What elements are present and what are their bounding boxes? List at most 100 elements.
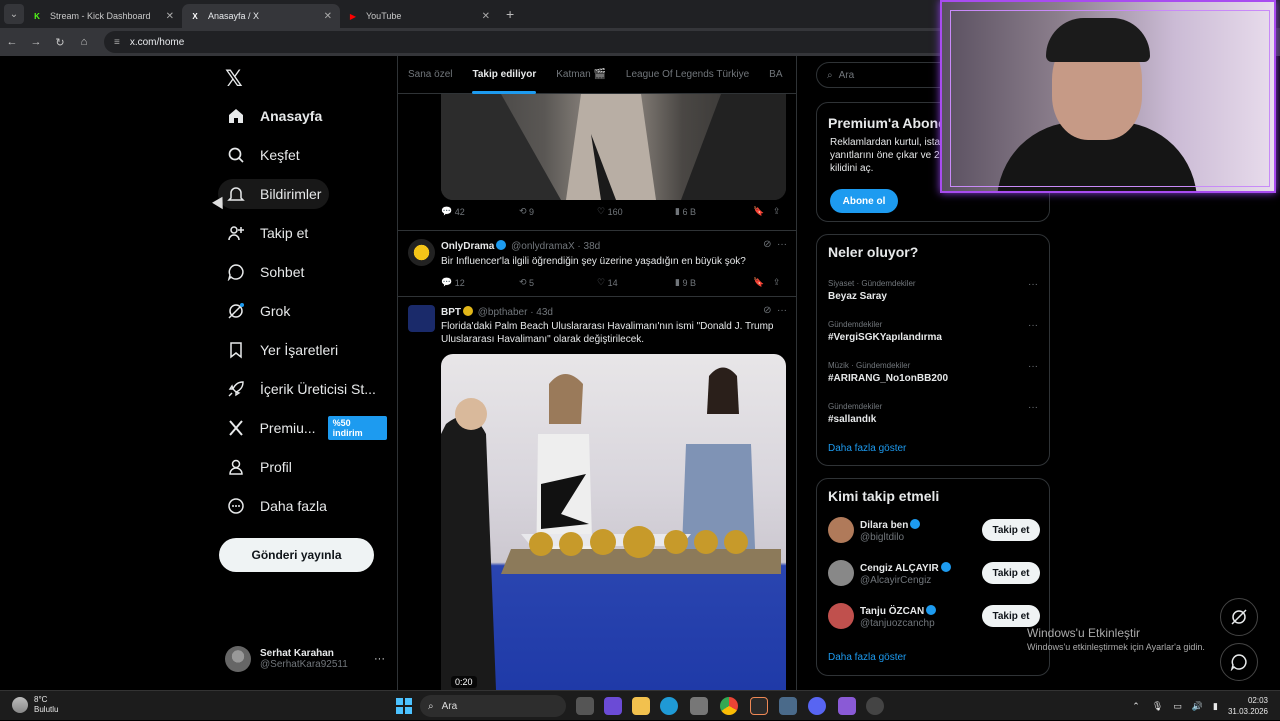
like-button[interactable]: ♡ 14 (597, 277, 675, 288)
nav-item-rocket[interactable]: İçerik Üreticisi St... (218, 374, 384, 404)
app-icon[interactable] (604, 697, 622, 715)
nav-item-home[interactable]: Anasayfa (218, 101, 330, 131)
post-button[interactable]: Gönderi yayınla (219, 538, 374, 572)
taskbar-search[interactable]: ⌕ Ara (420, 695, 566, 717)
more-icon[interactable]: ··· (1028, 402, 1038, 413)
timeline-tab[interactable]: Katman 🎬 (546, 56, 616, 94)
subscribe-button[interactable]: Abone ol (830, 189, 898, 213)
home-browser-icon[interactable]: ⌂ (72, 36, 96, 48)
task-view-icon[interactable] (576, 697, 594, 715)
more-icon[interactable]: ··· (1028, 279, 1038, 290)
account-switcher[interactable]: Serhat Karahan @SerhatKara92511 ··· (225, 643, 385, 675)
close-icon[interactable]: ✕ (166, 11, 174, 22)
tweet-video[interactable]: 0:20 (441, 354, 786, 690)
share-icon[interactable]: ⇪ (773, 277, 781, 288)
forward-icon[interactable]: → (24, 36, 48, 48)
video-thumbnail-top[interactable] (441, 94, 786, 200)
close-icon[interactable]: ✕ (324, 11, 332, 22)
chrome-icon[interactable] (720, 697, 738, 715)
tweet-more-icon[interactable]: ⊘ ··· (763, 305, 787, 316)
like-button[interactable]: ♡ 160 (597, 206, 675, 217)
avatar[interactable] (408, 239, 435, 266)
nav-item-bookmark[interactable]: Yer İşaretleri (218, 335, 346, 365)
tweet-text: Bir Influencer'la ilgili öğrendiğin şey … (441, 256, 746, 267)
obs-icon[interactable] (750, 697, 768, 715)
app-icon[interactable] (779, 697, 797, 715)
clock[interactable]: 02:03 31.03.2026 (1228, 695, 1280, 717)
timeline-tab[interactable]: Sana özel (398, 56, 462, 94)
tweet[interactable]: OnlyDrama @onlydramaX · 38d ⊘ ··· Bir In… (398, 230, 796, 296)
weather-widget[interactable]: 8°C Bulutlu (12, 695, 58, 715)
reload-icon[interactable]: ↻ (48, 36, 72, 49)
more-icon[interactable]: ··· (1028, 320, 1038, 331)
nav-item-x[interactable]: Premiu... %50 indirim (218, 413, 395, 443)
follow-button[interactable]: Takip et (982, 562, 1040, 584)
trend-item[interactable]: Gündemdekiler #sallandık ··· (828, 402, 1038, 425)
views-count[interactable]: ▮ 6 B (675, 206, 753, 217)
reply-button[interactable]: 💬 12 (441, 277, 519, 288)
share-icon[interactable]: ⇪ (773, 206, 781, 217)
messages-icon[interactable] (1220, 643, 1258, 681)
tweet-more-icon[interactable]: ⊘ ··· (763, 239, 787, 250)
follow-suggestion[interactable]: Tanju ÖZCAN @tanjuozcanchp Takip et (828, 603, 1040, 631)
show-more-link[interactable]: Daha fazla göster (828, 652, 906, 663)
tab-list-button[interactable]: ⌄ (4, 4, 24, 24)
browser-tab[interactable]: K Stream - Kick Dashboard ✕ (24, 4, 182, 28)
volume-icon[interactable]: 🔊 (1192, 701, 1203, 712)
timeline[interactable]: Sana özel Takip ediliyor Katman 🎬 League Of… (397, 56, 797, 690)
file-explorer-icon[interactable] (632, 697, 650, 715)
x-logo-icon[interactable]: 𝕏 (225, 66, 243, 92)
app-icon[interactable] (866, 697, 884, 715)
nav-item-profile[interactable]: Profil (218, 452, 300, 482)
avatar[interactable] (408, 305, 435, 332)
repost-button[interactable]: ⟲ 9 (519, 206, 597, 217)
nav-item-label: Grok (260, 303, 291, 319)
nav-item-follow[interactable]: Takip et (218, 218, 316, 248)
reply-button[interactable]: 💬 42 (441, 206, 519, 217)
grok-icon[interactable] (1220, 598, 1258, 636)
avatar[interactable] (828, 603, 854, 629)
follow-suggestion[interactable]: Cengiz ALÇAYIR @AlcayirCengiz Takip et (828, 560, 1040, 588)
bookmark-icon[interactable]: 🔖 (753, 206, 773, 217)
timeline-tab[interactable]: BA (759, 56, 792, 94)
nav-item-more[interactable]: Daha fazla (218, 491, 335, 521)
avatar[interactable] (828, 560, 854, 586)
account-more-icon[interactable]: ··· (374, 653, 385, 665)
nav-item-search[interactable]: Keşfet (218, 140, 308, 170)
verified-badge-icon (496, 240, 507, 250)
start-button[interactable] (396, 698, 412, 714)
trend-item[interactable]: Gündemdekiler #VergiSGKYapılandırma ··· (828, 320, 1038, 343)
avatar[interactable] (828, 517, 854, 543)
timeline-tab[interactable]: League Of Legends Türkiye (616, 56, 759, 94)
microphone-icon[interactable]: 🎙 (1152, 701, 1163, 712)
nav-item-chat[interactable]: Sohbet (218, 257, 312, 287)
show-more-link[interactable]: Daha fazla göster (828, 443, 906, 454)
more-icon[interactable]: ··· (1028, 361, 1038, 372)
browser-tab[interactable]: X Anasayfa / X ✕ (182, 4, 340, 28)
timeline-tab[interactable]: Takip ediliyor (462, 56, 546, 94)
trend-item[interactable]: Siyaset · Gündemdekiler Beyaz Saray ··· (828, 279, 1038, 302)
battery-icon[interactable]: ▮ (1213, 701, 1218, 712)
close-icon[interactable]: ✕ (482, 11, 490, 22)
new-tab-button[interactable]: + (506, 6, 514, 22)
trend-item[interactable]: Müzik · Gündemdekiler #ARIRANG_No1onBB200… (828, 361, 1038, 384)
store-icon[interactable] (690, 697, 708, 715)
follow-button[interactable]: Takip et (982, 605, 1040, 627)
app-icon[interactable] (838, 697, 856, 715)
profile-icon (226, 457, 246, 477)
follow-button[interactable]: Takip et (982, 519, 1040, 541)
edge-icon[interactable] (660, 697, 678, 715)
bookmark-icon[interactable]: 🔖 (753, 277, 773, 288)
nav-item-grok[interactable]: Grok (218, 296, 298, 326)
back-icon[interactable]: ← (0, 36, 24, 48)
nav-item-bell[interactable]: Bildirimler (218, 179, 330, 209)
suggestion-handle: @bigltdilo (860, 532, 905, 543)
repost-button[interactable]: ⟲ 5 (519, 277, 597, 288)
chevron-up-icon[interactable]: ⌃ (1132, 701, 1140, 712)
follow-suggestion[interactable]: Dilara ben @bigltdilo Takip et (828, 517, 1040, 545)
site-info-icon[interactable]: ≡ (114, 37, 120, 48)
views-count[interactable]: ▮ 9 B (675, 277, 753, 288)
network-icon[interactable]: ▭ (1173, 701, 1182, 712)
browser-tab[interactable]: ▶ YouTube ✕ (340, 4, 498, 28)
discord-icon[interactable] (808, 697, 826, 715)
